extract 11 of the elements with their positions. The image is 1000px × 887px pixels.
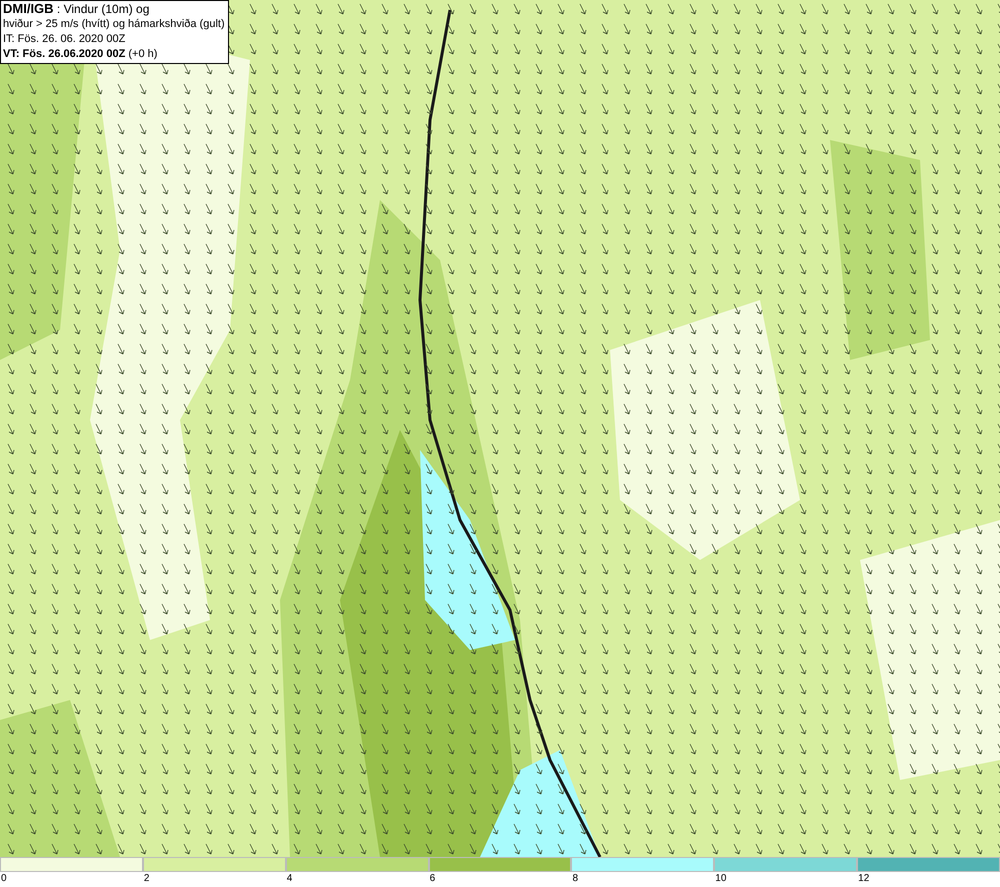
legend-label: 6 [428, 872, 436, 885]
legend-label: 2 [142, 872, 150, 885]
legend-label: 10 [714, 872, 726, 885]
map-subtitle: hviður > 25 m/s (hvítt) og hámarkshviða (gult) [3, 18, 225, 30]
issue-time: IT: Fös. 26. 06. 2020 00Z [3, 33, 126, 45]
legend-label: 12 [857, 872, 870, 885]
legend-label: 4 [286, 872, 292, 885]
valid-time: VT: Fös. 26.06.2020 00Z (+0 h) [3, 48, 158, 60]
map-title: DMI/IGB : Vindur (10m) og [3, 2, 150, 16]
legend-label: 0 [0, 872, 7, 885]
legend-label: 8 [571, 872, 578, 885]
